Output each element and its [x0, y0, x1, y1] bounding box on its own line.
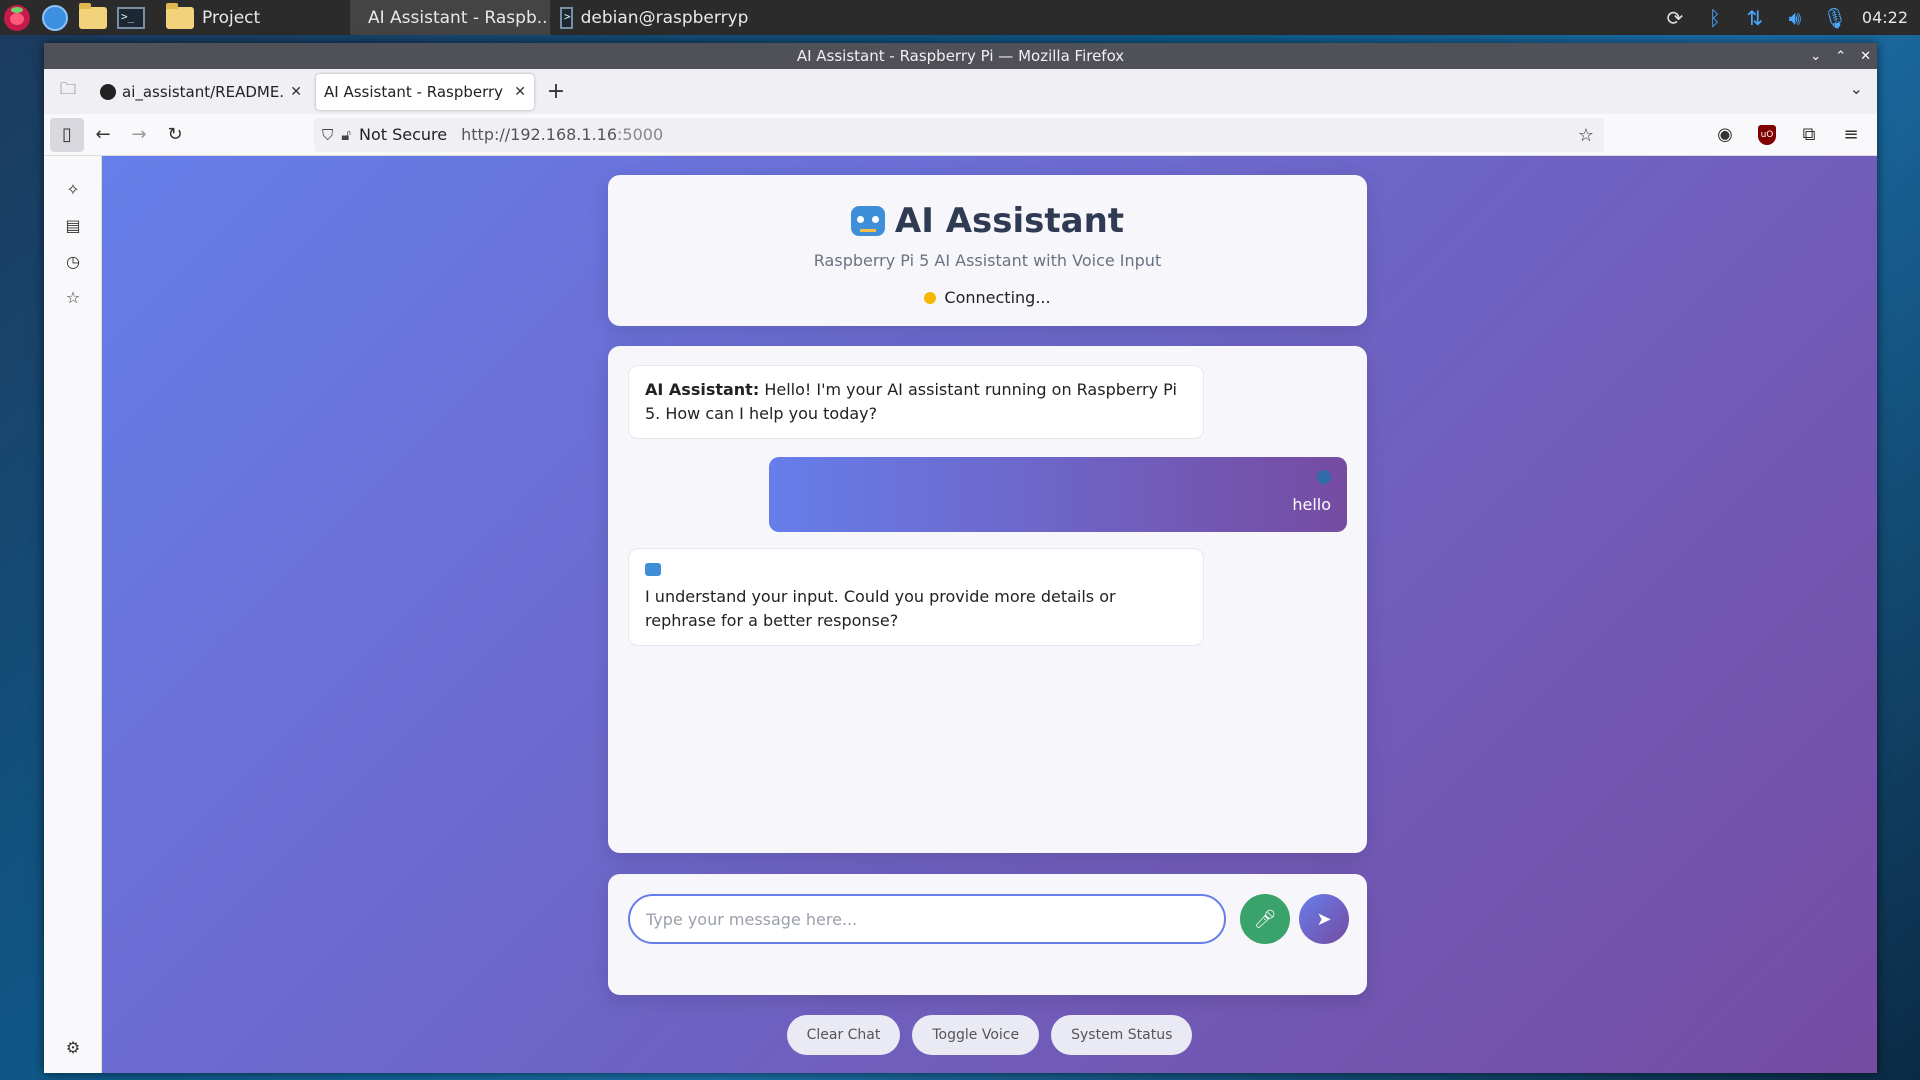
clear-chat-button[interactable]: Clear Chat [786, 1015, 901, 1055]
tab-bar: 🗀 ai_assistant/README.md ✕ AI Assistant … [44, 69, 1877, 114]
tab-readme[interactable]: ai_assistant/README.md ✕ [92, 74, 310, 110]
taskbar-item-project[interactable]: Project [156, 0, 350, 35]
folder-icon [79, 2, 107, 29]
assistant-message: AI Assistant: Hello! I'm your AI assista… [628, 365, 1204, 439]
page-title-text: AI Assistant [894, 201, 1125, 241]
user-message: hello [769, 457, 1347, 532]
tab-label: AI Assistant - Raspberry Pi [324, 82, 509, 101]
terminal-launcher[interactable]: >_ [114, 0, 148, 35]
file-manager-launcher[interactable] [76, 0, 110, 35]
page-content: AI Assistant Raspberry Pi 5 AI Assistant… [102, 156, 1877, 1073]
robot-icon [645, 561, 1187, 585]
window-titlebar[interactable]: AI Assistant - Raspberry Pi — Mozilla Fi… [44, 43, 1877, 69]
chat-container[interactable]: AI Assistant: Hello! I'm your AI assista… [608, 346, 1367, 853]
extensions-icon[interactable]: ⧉ [1795, 118, 1823, 152]
terminal-icon: > [560, 6, 573, 29]
url-port: :5000 [617, 125, 664, 144]
bluetooth-icon[interactable]: ᛒ [1702, 5, 1728, 31]
message-text: hello [1292, 495, 1331, 514]
message-sender: AI Assistant: [645, 380, 760, 399]
input-container: 🎤︎ ➤ [608, 874, 1367, 995]
page-subtitle: Raspberry Pi 5 AI Assistant with Voice I… [813, 251, 1162, 270]
sidebar-strip: ✧ ▤ ◷ ☆ ⚙ [44, 156, 102, 1073]
send-button[interactable]: ➤ [1299, 894, 1349, 944]
back-icon[interactable]: ← [86, 118, 120, 152]
connection-status: Connecting... [608, 288, 1367, 307]
taskbar-item-terminal[interactable]: > debian@raspberrypi:.. [550, 0, 750, 35]
synced-tabs-icon[interactable]: ▤ [60, 212, 86, 238]
new-tab-icon[interactable]: + [540, 79, 572, 104]
history-icon[interactable]: ◷ [60, 248, 86, 274]
raspberry-menu-button[interactable] [0, 0, 34, 35]
browser-launcher[interactable] [38, 0, 72, 35]
microphone-icon: 🎤︎ [1253, 908, 1277, 930]
terminal-icon: >_ [117, 6, 145, 29]
close-tab-icon[interactable]: ✕ [290, 84, 302, 100]
status-text: Connecting... [944, 288, 1051, 307]
network-icon[interactable]: ⇅ [1742, 5, 1768, 31]
menu-icon[interactable]: ≡ [1837, 118, 1865, 152]
ublock-extension[interactable]: uO [1753, 118, 1781, 152]
control-buttons: Clear Chat Toggle Voice System Status [102, 1015, 1877, 1055]
system-tray: ⟳ ᛒ ⇅ 🔊︎ 🎙︎ 04:22 [1662, 5, 1920, 31]
send-arrow-icon: ➤ [1316, 908, 1332, 930]
browser-body: ✧ ▤ ◷ ☆ ⚙ AI Assistant Raspberry Pi 5 AI… [44, 156, 1877, 1073]
sidebar-toggle-icon[interactable]: ▯ [50, 117, 84, 152]
toggle-voice-button[interactable]: Toggle Voice [912, 1015, 1040, 1055]
message-text: I understand your input. Could you provi… [645, 587, 1116, 630]
robot-icon [850, 206, 885, 236]
url-host: http://192.168.1.16 [461, 125, 618, 144]
clock[interactable]: 04:22 [1862, 8, 1908, 27]
close-tab-icon[interactable]: ✕ [514, 84, 526, 100]
url-text[interactable]: http://192.168.1.16:5000 [461, 125, 663, 144]
minimize-icon[interactable]: ⌄ [1810, 49, 1821, 64]
firefox-view-icon[interactable]: 🗀 [50, 74, 86, 110]
voice-input-button[interactable]: 🎤︎ [1240, 894, 1290, 944]
customize-sidebar-gear-icon[interactable]: ⚙ [60, 1034, 86, 1060]
volume-icon[interactable]: 🔊︎ [1782, 5, 1808, 31]
taskbar-item-label: AI Assistant - Raspb.. [368, 7, 548, 28]
bookmark-star-icon[interactable]: ☆ [1578, 125, 1594, 146]
tracking-protection-icon[interactable]: ⛉ [322, 126, 333, 144]
maximize-icon[interactable]: ⌃ [1835, 49, 1846, 64]
navigation-bar: ▯ ← → ↻ ⛉ 🔓︎ Not Secure http://192.168.1… [44, 114, 1877, 156]
system-status-button[interactable]: System Status [1051, 1015, 1193, 1055]
taskbar-item-label: Project [202, 7, 261, 28]
taskbar-item-label: debian@raspberrypi:.. [580, 7, 750, 28]
forward-icon[interactable]: → [122, 118, 156, 152]
status-dot-icon [924, 291, 937, 304]
ublock-icon: uO [1758, 124, 1776, 145]
message-input[interactable] [628, 894, 1226, 944]
list-all-tabs-icon[interactable]: ⌄ [1850, 79, 1863, 98]
window-title: AI Assistant - Raspberry Pi — Mozilla Fi… [796, 47, 1125, 65]
raspberry-pi-icon [4, 4, 30, 31]
header-card: AI Assistant Raspberry Pi 5 AI Assistant… [608, 175, 1367, 326]
taskbar-item-firefox[interactable]: AI Assistant - Raspb.. [350, 0, 550, 35]
assistant-message: I understand your input. Could you provi… [628, 548, 1204, 646]
not-secure-label: Not Secure [359, 125, 448, 144]
taskbar: >_ Project AI Assistant - Raspb.. > debi… [0, 0, 1920, 35]
sync-icon[interactable]: ⟳ [1662, 5, 1688, 31]
globe-icon [42, 4, 68, 31]
firefox-window: AI Assistant - Raspberry Pi — Mozilla Fi… [44, 43, 1877, 1073]
ai-chatbot-icon[interactable]: ✧ [60, 176, 86, 202]
bookmarks-icon[interactable]: ☆ [60, 284, 86, 310]
microphone-icon[interactable]: 🎙︎ [1822, 5, 1848, 31]
folder-icon [166, 2, 194, 29]
tab-ai-assistant[interactable]: AI Assistant - Raspberry Pi ✕ [316, 73, 534, 110]
url-bar[interactable]: ⛉ 🔓︎ Not Secure http://192.168.1.16:5000… [314, 117, 1604, 152]
user-icon [785, 469, 1331, 493]
account-icon[interactable]: ◉ [1711, 118, 1739, 152]
page-title: AI Assistant [608, 201, 1367, 241]
close-window-icon[interactable]: ✕ [1860, 49, 1871, 64]
insecure-lock-icon[interactable]: 🔓︎ [341, 126, 351, 144]
reload-icon[interactable]: ↻ [158, 118, 192, 152]
github-icon [100, 83, 116, 100]
tab-label: ai_assistant/README.md [122, 82, 285, 101]
